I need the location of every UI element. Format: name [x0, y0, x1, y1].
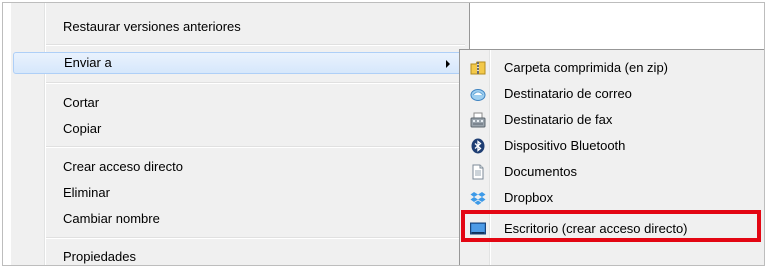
menu-item-label: Cambiar nombre — [63, 211, 160, 226]
menu-item-restore-previous-versions[interactable]: Restaurar versiones anteriores — [13, 16, 465, 38]
context-menu: Restaurar versiones anteriores Enviar a … — [11, 3, 470, 265]
menu-separator — [46, 44, 465, 46]
menu-item-label: Enviar a — [64, 55, 112, 70]
menu-item-label: Cortar — [63, 95, 100, 110]
menu-item-create-shortcut[interactable]: Crear acceso directo — [13, 156, 465, 178]
submenu-item-documents[interactable]: Documentos — [463, 159, 763, 185]
menu-item-copy[interactable]: Copiar — [13, 118, 465, 140]
submenu-item-label: Destinatario de correo — [504, 86, 632, 101]
submenu-item-label: Carpeta comprimida (en zip) — [504, 60, 669, 75]
menu-separator — [46, 146, 465, 148]
menu-item-label: Propiedades — [63, 249, 136, 264]
submenu-item-fax-recipient[interactable]: Destinatario de fax — [463, 107, 763, 133]
submenu-item-bluetooth-device[interactable]: Dispositivo Bluetooth — [463, 133, 763, 159]
documents-icon — [472, 164, 484, 180]
submenu-item-dropbox[interactable]: Dropbox — [463, 185, 763, 211]
zip-folder-icon — [470, 61, 486, 75]
menu-item-label: Eliminar — [63, 185, 110, 200]
menu-item-send-to[interactable]: Enviar a — [13, 52, 465, 74]
menu-item-rename[interactable]: Cambiar nombre — [13, 208, 465, 230]
submenu-item-label: Documentos — [504, 164, 577, 179]
submenu-item-label: Destinatario de fax — [504, 112, 613, 127]
submenu-item-label: Dispositivo Bluetooth — [504, 138, 626, 153]
menu-item-properties[interactable]: Propiedades — [13, 246, 465, 265]
menu-item-cut[interactable]: Cortar — [13, 92, 465, 114]
menu-separator — [46, 82, 465, 84]
highlight-box — [461, 210, 761, 242]
submenu-item-compressed-folder[interactable]: Carpeta comprimida (en zip) — [463, 55, 763, 81]
dropbox-icon — [470, 192, 486, 205]
menu-item-label: Copiar — [63, 121, 102, 136]
mail-recipient-icon — [470, 89, 486, 101]
menu-separator — [46, 237, 465, 239]
menu-item-label: Crear acceso directo — [63, 159, 183, 174]
fax-icon — [470, 112, 486, 128]
submenu-arrow-icon — [446, 60, 450, 68]
menu-item-label: Restaurar versiones anteriores — [63, 19, 241, 34]
screenshot-frame: Restaurar versiones anteriores Enviar a … — [2, 2, 765, 266]
submenu-item-mail-recipient[interactable]: Destinatario de correo — [463, 81, 763, 107]
bluetooth-icon — [471, 138, 485, 154]
menu-item-delete[interactable]: Eliminar — [13, 182, 465, 204]
submenu-item-label: Dropbox — [504, 190, 554, 205]
